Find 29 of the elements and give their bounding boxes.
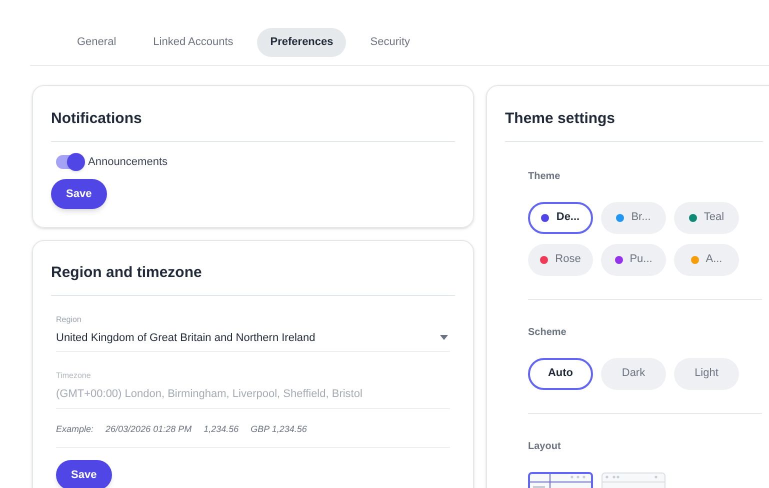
theme-option[interactable]: De... [528,202,593,234]
section-label: Scheme [528,326,568,340]
theme-option[interactable]: Br... [601,202,666,234]
scheme-option[interactable]: Auto [528,358,593,390]
toggle-label: Announcements [88,154,168,170]
dropdown-caret-icon [440,335,448,340]
save-button[interactable]: Save [51,179,107,209]
scheme-option[interactable]: Dark [601,358,666,390]
section-label: Theme [528,170,562,184]
scheme-option[interactable]: Light [674,358,739,390]
example-value: 1,234.56 [204,422,239,436]
tab[interactable]: Security [357,28,424,57]
region-select[interactable]: Region United Kingdom of Great Britain and Northern Ireland [56,314,450,352]
save-button[interactable]: Save [56,460,112,488]
card-title: Region and timezone [51,262,455,296]
section-label: Layout [528,440,562,454]
theme-option[interactable]: A... [674,244,739,276]
tab[interactable]: General [64,28,130,57]
card-title: Theme settings [505,108,763,142]
theme-option[interactable]: Pu... [601,244,666,276]
example-value: 26/03/2026 01:28 PM [106,422,192,436]
example-label: Example: [56,422,94,436]
tab[interactable]: Linked Accounts [140,28,246,57]
card-title: Notifications [51,108,455,142]
toggle-switch[interactable] [56,154,84,169]
theme-option[interactable]: Rose [528,244,593,276]
theme-option[interactable]: Teal [674,202,739,234]
example-value: GBP 1,234.56 [250,422,307,436]
tab[interactable]: Preferences [257,28,346,57]
